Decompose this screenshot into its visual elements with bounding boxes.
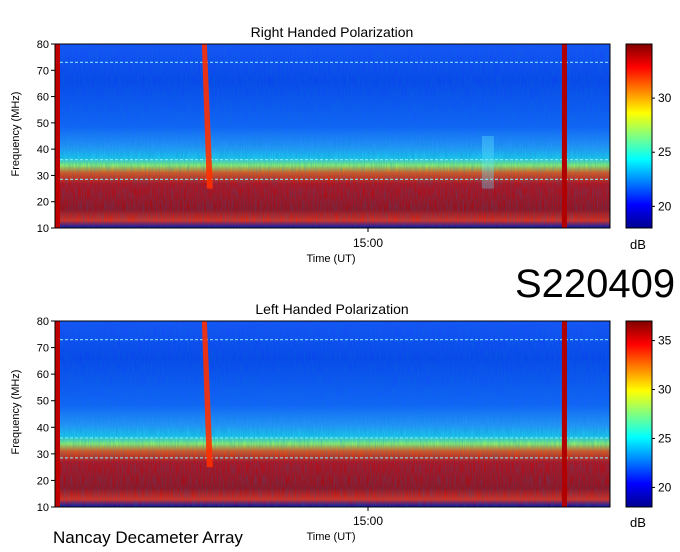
colorbar-label: dB xyxy=(630,515,646,530)
colorbar-tick-label: 25 xyxy=(658,145,672,159)
colorbar: 20 25 30 xyxy=(625,43,672,229)
y-tick-label: 80 xyxy=(37,316,49,328)
y-tick-label: 40 xyxy=(37,144,49,156)
y-tick-label: 10 xyxy=(37,223,49,235)
y-axis-label: Frequency (MHz) xyxy=(10,92,22,177)
edge-column xyxy=(55,321,60,507)
y-tick-label: 70 xyxy=(37,65,49,77)
y-tick-label: 40 xyxy=(37,422,49,434)
colorbar-tick-label: 35 xyxy=(658,334,672,348)
y-tick-label: 30 xyxy=(37,449,49,461)
colorbar-tick-label: 20 xyxy=(658,199,672,213)
y-tick-label: 20 xyxy=(37,197,49,209)
colorbar: 20 25 30 35 xyxy=(625,320,672,508)
right-polarization-panel: Right Handed Polarization 10 20 30 40 50 60 70… xyxy=(10,24,672,265)
feature-broadband-interference xyxy=(561,44,567,228)
colorbar-gradient xyxy=(625,43,653,229)
colorbar-tick-label: 25 xyxy=(658,431,672,445)
y-axis-label: Frequency (MHz) xyxy=(10,370,22,455)
colorbar-tick-label: 30 xyxy=(658,91,672,105)
x-axis-label: Time (UT) xyxy=(306,253,355,265)
x-tick-label: 15:00 xyxy=(353,514,383,528)
station-code: S220409 xyxy=(515,262,676,306)
y-tick-label: 60 xyxy=(37,369,49,381)
colorbar-tick-label: 30 xyxy=(658,383,672,397)
y-tick-label: 10 xyxy=(37,502,49,514)
spectrogram-plot xyxy=(54,43,611,229)
panel-title: Left Handed Polarization xyxy=(255,301,408,317)
feature-broadband-interference xyxy=(561,321,567,507)
colorbar-gradient xyxy=(625,320,653,508)
left-polarization-panel: Left Handed Polarization 10 20 30 40 50 60 70 8… xyxy=(10,301,672,543)
spectrogram-texture xyxy=(55,321,610,507)
colorbar-label: dB xyxy=(630,237,646,252)
instrument-name: Nancay Decameter Array xyxy=(53,528,243,547)
y-tick-label: 20 xyxy=(37,475,49,487)
y-tick-label: 70 xyxy=(37,343,49,355)
spectrogram-texture xyxy=(55,44,610,228)
y-tick-label: 50 xyxy=(37,396,49,408)
y-tick-label: 80 xyxy=(37,39,49,51)
y-tick-label: 50 xyxy=(37,118,49,130)
feature-faint-bursts xyxy=(481,136,494,189)
panel-title: Right Handed Polarization xyxy=(251,24,414,40)
colorbar-tick-label: 20 xyxy=(658,480,672,494)
x-axis-label: Time (UT) xyxy=(306,531,355,543)
y-tick-label: 60 xyxy=(37,92,49,104)
spectrogram-plot xyxy=(54,320,611,508)
x-tick-label: 15:00 xyxy=(353,236,383,250)
y-tick-label: 30 xyxy=(37,170,49,182)
edge-column xyxy=(55,44,60,228)
